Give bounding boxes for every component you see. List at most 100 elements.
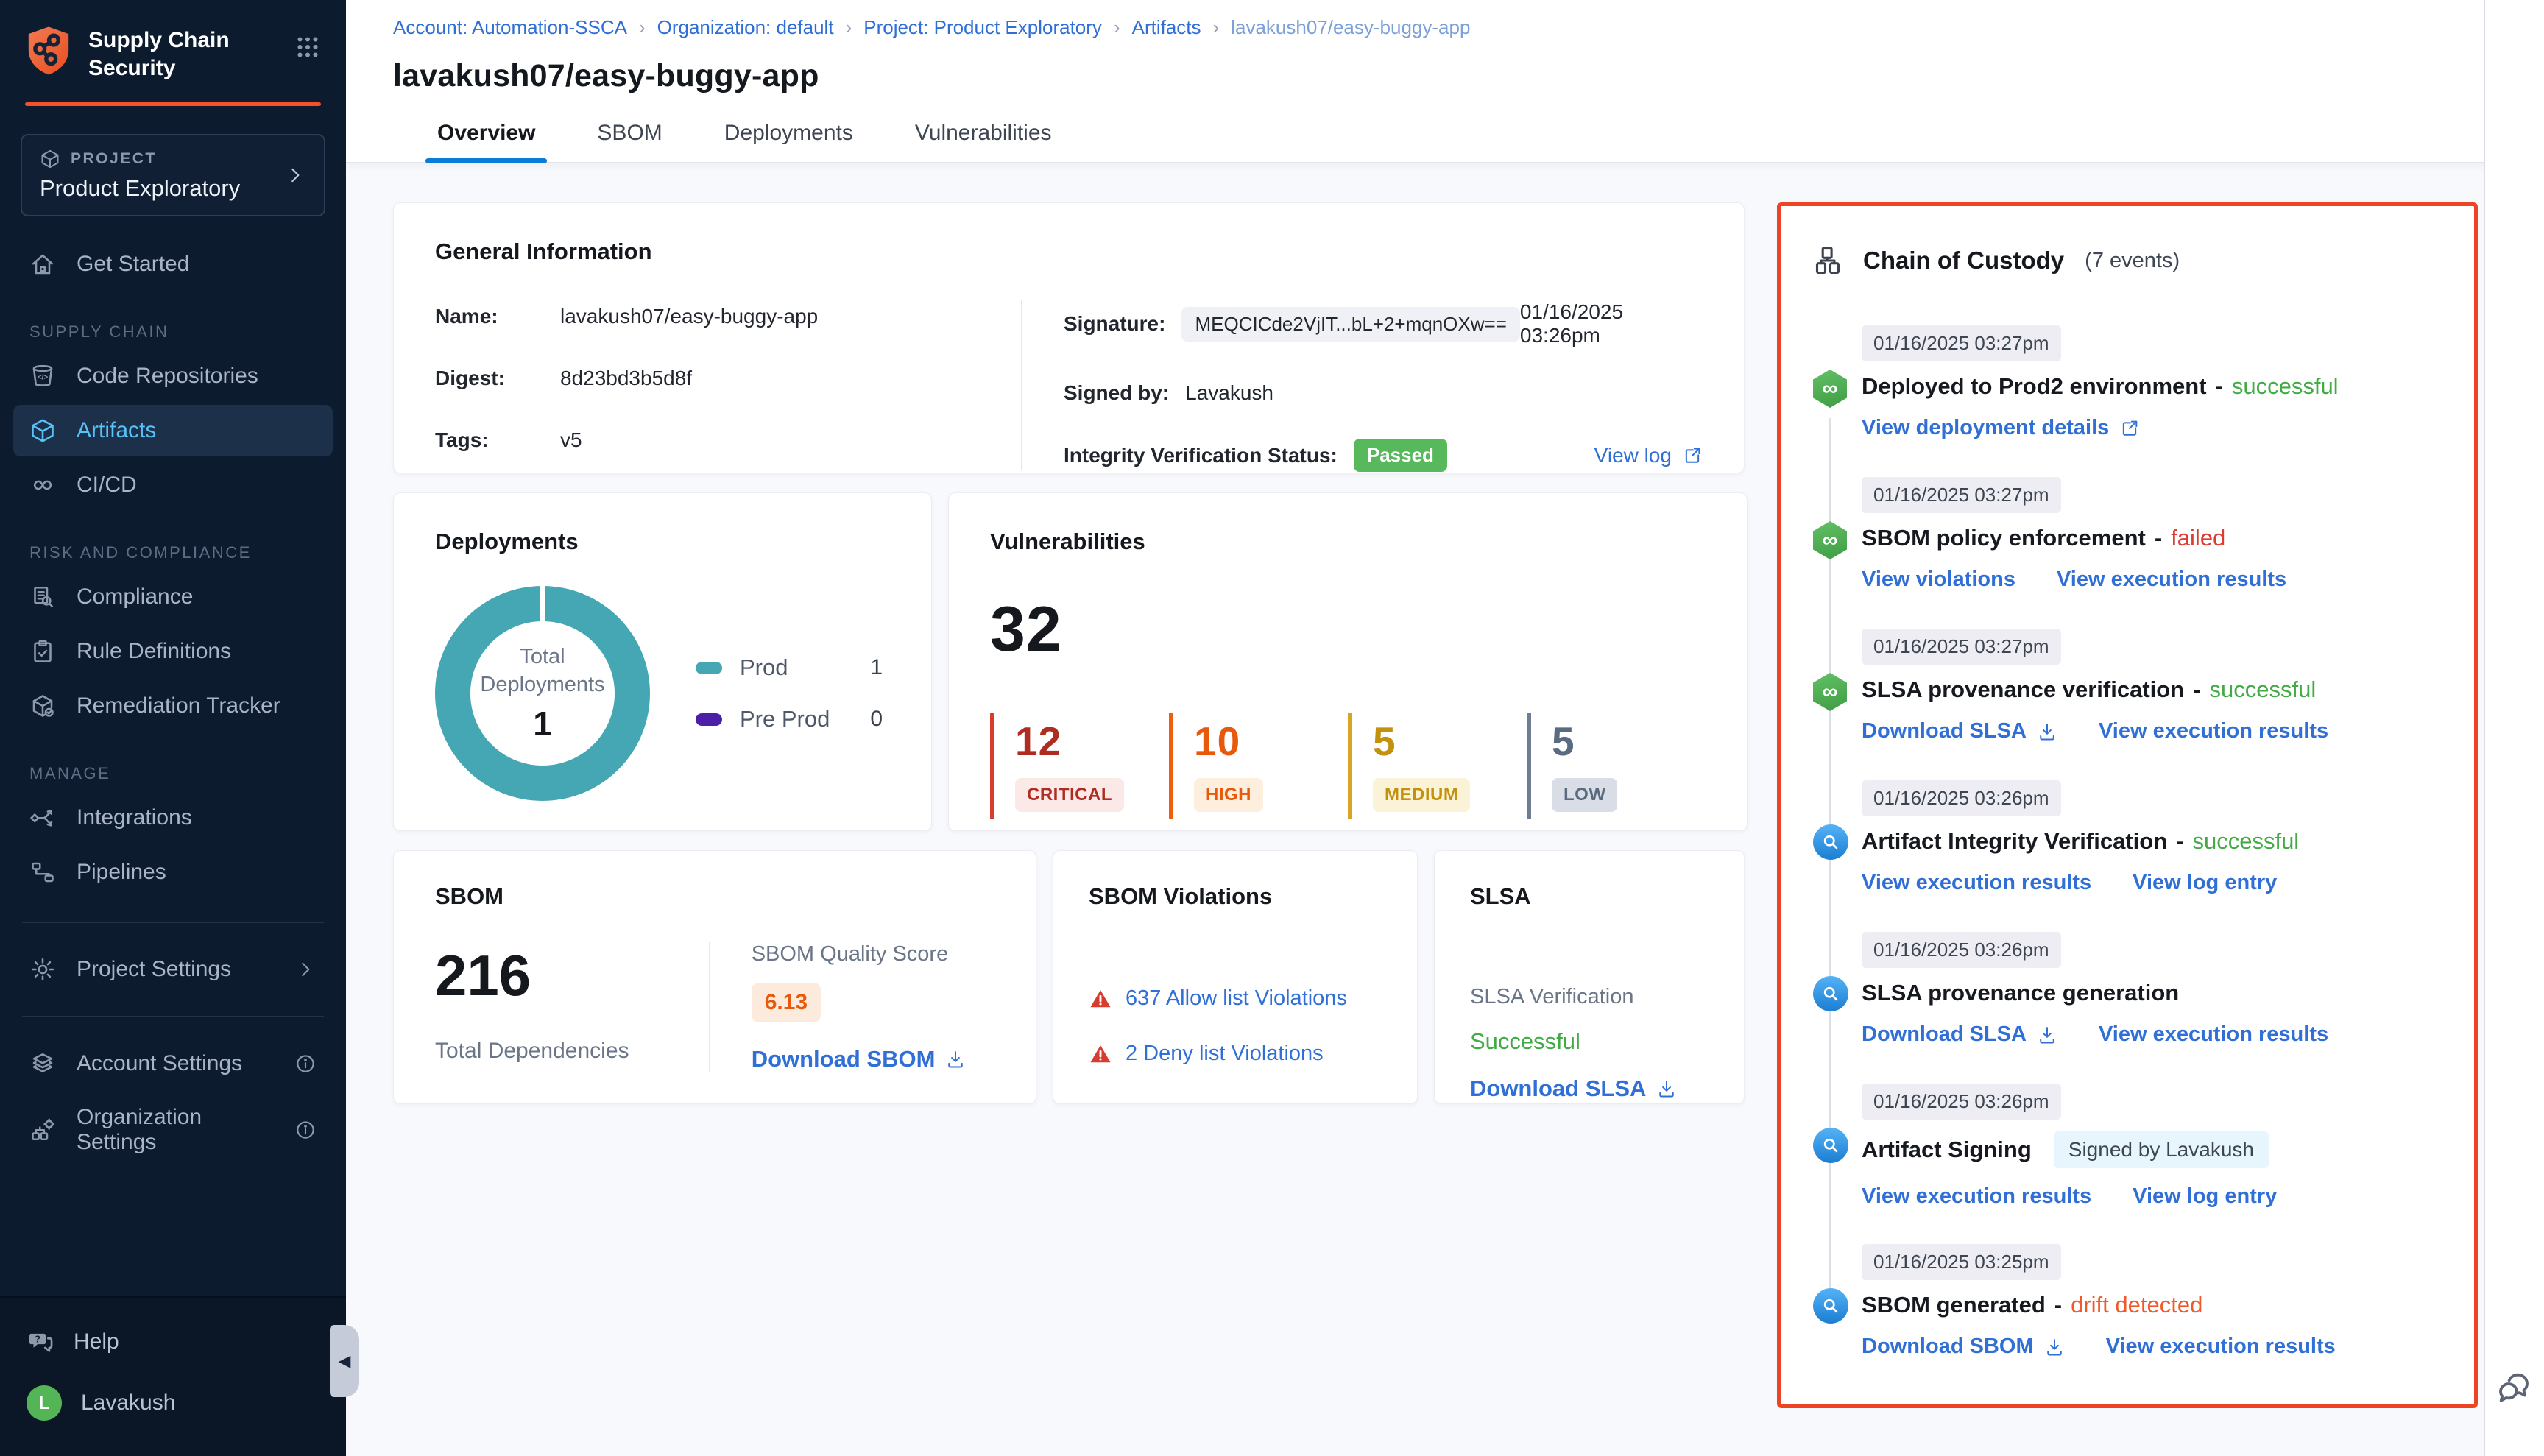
tab-deployments[interactable]: Deployments: [721, 121, 856, 162]
sidebar-item-label: Pipelines: [77, 860, 166, 885]
event-title-dash: -: [2054, 1292, 2062, 1318]
event-link-view-execution-results[interactable]: View execution results: [1862, 1184, 2091, 1209]
legend-item-prod: Prod1: [696, 654, 883, 681]
event-timestamp: 01/16/2025 03:26pm: [1862, 1084, 2061, 1120]
sidebar-item-account-settings[interactable]: Account Settings: [13, 1038, 333, 1089]
event-link-view-execution-results[interactable]: View execution results: [2057, 568, 2286, 592]
violation-link-637-allow-list-violations[interactable]: 637 Allow list Violations: [1089, 986, 1388, 1011]
sidebar-item-pipelines[interactable]: Pipelines: [13, 847, 333, 898]
external-link-icon: [2119, 418, 2140, 439]
sidebar-nav: Get StartedSUPPLY CHAIN</>Code Repositor…: [0, 216, 346, 901]
sidebar-item-label: Integrations: [77, 805, 192, 830]
pipeline-hex-green-icon: ∞: [1813, 521, 1847, 559]
event-status: successful: [2232, 373, 2339, 400]
sidebar-collapse-handle[interactable]: ◀: [330, 1325, 359, 1397]
event-status: successful: [2209, 676, 2316, 703]
sidebar-item-organization-settings[interactable]: Organization Settings: [13, 1092, 333, 1167]
deployments-legend: Prod1Pre Prod0: [696, 629, 890, 757]
download-slsa-link[interactable]: Download SLSA: [1470, 1075, 1677, 1102]
custody-event: 01/16/2025 03:26pmArtifact SigningSigned…: [1813, 1084, 2442, 1209]
event-link-download-slsa[interactable]: Download SLSA: [1862, 719, 2057, 743]
event-link-label: View execution results: [1862, 1184, 2091, 1209]
legend-label: Prod: [740, 654, 788, 681]
doc-search-icon: [29, 584, 56, 610]
tab-sbom[interactable]: SBOM: [594, 121, 665, 162]
event-link-download-sbom[interactable]: Download SBOM: [1862, 1335, 2065, 1359]
event-link-view-violations[interactable]: View violations: [1862, 568, 2015, 592]
event-links: View execution results View log entry: [1862, 1184, 2442, 1209]
sbom-total-label: Total Dependencies: [435, 1039, 709, 1064]
view-log-link[interactable]: View log: [1594, 444, 1703, 467]
general-info-field-name: Name:lavakush07/easy-buggy-app: [435, 300, 980, 333]
sidebar-item-remediation-tracker[interactable]: Remediation Tracker: [13, 680, 333, 732]
download-sbom-link[interactable]: Download SBOM: [752, 1046, 967, 1072]
chat-feedback-icon[interactable]: [2494, 1369, 2534, 1409]
user-name: Lavakush: [81, 1390, 175, 1416]
sidebar-item-rule-definitions[interactable]: Rule Definitions: [13, 626, 333, 677]
general-info-field-digest: Digest:8d23bd3b5d8f: [435, 362, 980, 395]
tab-overview[interactable]: Overview: [434, 121, 538, 162]
project-cube-icon: [40, 149, 60, 169]
sidebar-item-project-settings[interactable]: Project Settings: [13, 944, 333, 995]
event-link-view-execution-results[interactable]: View execution results: [2099, 1022, 2328, 1047]
breadcrumb-link[interactable]: Organization: default: [657, 16, 834, 39]
violation-link-2-deny-list-violations[interactable]: 2 Deny list Violations: [1089, 1042, 1388, 1066]
app-switcher-grid-icon[interactable]: [294, 34, 321, 60]
sidebar-item-help[interactable]: ? Help: [26, 1313, 319, 1371]
sidebar-item-artifacts[interactable]: Artifacts: [13, 405, 333, 456]
event-link-download-slsa[interactable]: Download SLSA: [1862, 1022, 2057, 1047]
severity-count: 5: [1552, 718, 1706, 765]
event-links: View execution results View log entry: [1862, 871, 2442, 895]
sidebar-section-supply-chain: SUPPLY CHAIN: [0, 293, 346, 347]
content-area: General Information Name:lavakush07/easy…: [346, 172, 2485, 1456]
violation-label: 2 Deny list Violations: [1126, 1042, 1324, 1066]
breadcrumb-link[interactable]: Artifacts: [1132, 16, 1201, 39]
event-links: View violations View execution results: [1862, 568, 2442, 592]
sidebar-section-manage: MANAGE: [0, 735, 346, 789]
event-link-view-log-entry[interactable]: View log entry: [2133, 871, 2277, 895]
sidebar-divider: [22, 1016, 324, 1017]
event-title-dash: -: [2193, 676, 2200, 703]
event-link-label: View execution results: [2099, 1022, 2328, 1047]
custody-event: 01/16/2025 03:26pmSLSA provenance genera…: [1813, 932, 2442, 1048]
event-links: Download SLSA View execution results: [1862, 1022, 2442, 1047]
sidebar: Supply Chain Security PROJECT Product Ex…: [0, 0, 346, 1456]
sidebar-item-user[interactable]: L Lavakush: [26, 1371, 319, 1435]
event-link-label: View execution results: [1862, 871, 2091, 895]
event-link-view-execution-results[interactable]: View execution results: [2106, 1335, 2336, 1359]
pipelines-icon: [29, 859, 56, 886]
field-label: Name:: [435, 305, 560, 328]
tab-vulnerabilities[interactable]: Vulnerabilities: [912, 121, 1055, 162]
event-link-view-deployment-details[interactable]: View deployment details: [1862, 416, 2140, 440]
event-title-text: Artifact Signing: [1862, 1137, 2032, 1163]
chain-of-custody-title: Chain of Custody: [1863, 247, 2064, 275]
sbom-violations-card: SBOM Violations 637 Allow list Violation…: [1053, 850, 1418, 1104]
chevron-right-icon: [294, 958, 317, 980]
general-info-right-column: Signature: MEQCICde2VjIT...bL+2+mqnOXw==…: [1064, 300, 1703, 501]
slsa-verification-status: Successful: [1470, 1028, 1709, 1055]
breadcrumb-link[interactable]: Project: Product Exploratory: [863, 16, 1102, 39]
sidebar-item-code-repositories[interactable]: </>Code Repositories: [13, 350, 333, 402]
sidebar-item-compliance[interactable]: Compliance: [13, 571, 333, 623]
integrity-status-badge: Passed: [1354, 439, 1447, 472]
event-timestamp: 01/16/2025 03:26pm: [1862, 932, 2061, 968]
severity-badge: HIGH: [1194, 778, 1263, 812]
custody-event: 01/16/2025 03:27pm∞Deployed to Prod2 env…: [1813, 325, 2442, 442]
tab-bar: Overview SBOM Deployments Vulnerabilities: [434, 121, 2544, 162]
event-link-view-log-entry[interactable]: View log entry: [2133, 1184, 2277, 1209]
sidebar-item-ci-cd[interactable]: CI/CD: [13, 459, 333, 511]
custody-event: 01/16/2025 03:27pm∞SLSA provenance verif…: [1813, 629, 2442, 745]
severity-medium: 5MEDIUM: [1348, 713, 1527, 819]
breadcrumb-link[interactable]: Account: Automation-SSCA: [393, 16, 627, 39]
project-selector[interactable]: PROJECT Product Exploratory: [21, 134, 325, 216]
layers-icon: [29, 1050, 56, 1077]
sidebar-item-integrations[interactable]: Integrations: [13, 792, 333, 844]
slsa-title: SLSA: [1470, 883, 1709, 910]
event-status: failed: [2171, 525, 2225, 551]
event-link-view-execution-results[interactable]: View execution results: [1862, 871, 2091, 895]
project-selector-label: PROJECT: [71, 150, 157, 168]
sidebar-item-get-started[interactable]: Get Started: [13, 238, 333, 290]
field-label: Tags:: [435, 428, 560, 452]
event-timestamp: 01/16/2025 03:27pm: [1862, 477, 2061, 513]
event-link-view-execution-results[interactable]: View execution results: [2099, 719, 2328, 743]
